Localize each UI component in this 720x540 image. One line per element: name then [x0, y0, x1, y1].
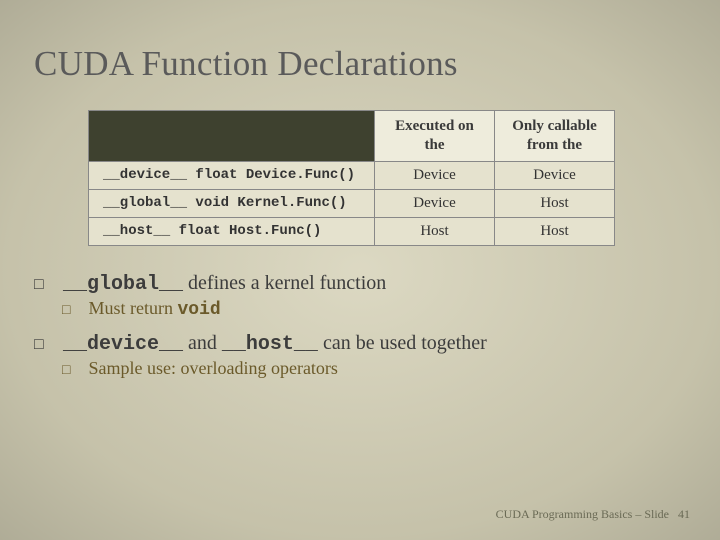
table-cell-call: Device [495, 161, 615, 189]
table-header-row: Executed on the Only callable from the [89, 111, 615, 162]
qualifier-text: __device__ [103, 167, 187, 183]
footer-label: CUDA Programming Basics – Slide [496, 507, 669, 521]
decl-rest: float Host.Func() [170, 223, 321, 239]
sub-text: Sample use: overloading operators [89, 358, 338, 378]
table-row: __device__ float Device.Func() Device De… [89, 161, 615, 189]
footer: CUDA Programming Basics – Slide 41 [496, 507, 690, 522]
table-header-exec: Executed on the [375, 111, 495, 162]
decl-rest: void Kernel.Func() [187, 195, 347, 211]
list-item: Must return void [62, 298, 686, 320]
list-item: Sample use: overloading operators [62, 358, 686, 379]
table-cell-decl: __device__ float Device.Func() [89, 161, 375, 189]
bullet-text: can be used together [318, 332, 487, 354]
code-device: __device__ [63, 333, 183, 356]
code-void: void [178, 300, 221, 320]
bullet-text: defines a kernel function [183, 272, 386, 294]
decl-rest: float Device.Func() [187, 167, 355, 183]
qualifier-text: __global__ [103, 195, 187, 211]
sub-text: Must return [89, 298, 178, 318]
code-host: __host__ [222, 333, 318, 356]
table-cell-exec: Host [375, 217, 495, 245]
list-item: __global__ defines a kernel function Mus… [34, 272, 686, 320]
table-cell-call: Host [495, 189, 615, 217]
table-header-blank [89, 111, 375, 162]
table-cell-exec: Device [375, 161, 495, 189]
bullet-text: and [183, 332, 222, 354]
table-cell-call: Host [495, 217, 615, 245]
bullet-list: __global__ defines a kernel function Mus… [34, 272, 686, 379]
table-cell-decl: __host__ float Host.Func() [89, 217, 375, 245]
code-global: __global__ [63, 273, 183, 296]
table-cell-exec: Device [375, 189, 495, 217]
slide-number: 41 [678, 507, 690, 521]
table-row: __host__ float Host.Func() Host Host [89, 217, 615, 245]
list-item: __device__ and __host__ can be used toge… [34, 332, 686, 379]
table-header-call: Only callable from the [495, 111, 615, 162]
page-title: CUDA Function Declarations [34, 44, 686, 84]
qualifier-text: __host__ [103, 223, 170, 239]
declarations-table: Executed on the Only callable from the _… [88, 110, 615, 246]
table-cell-decl: __global__ void Kernel.Func() [89, 189, 375, 217]
table-row: __global__ void Kernel.Func() Device Hos… [89, 189, 615, 217]
slide: CUDA Function Declarations Executed on t… [0, 0, 720, 421]
